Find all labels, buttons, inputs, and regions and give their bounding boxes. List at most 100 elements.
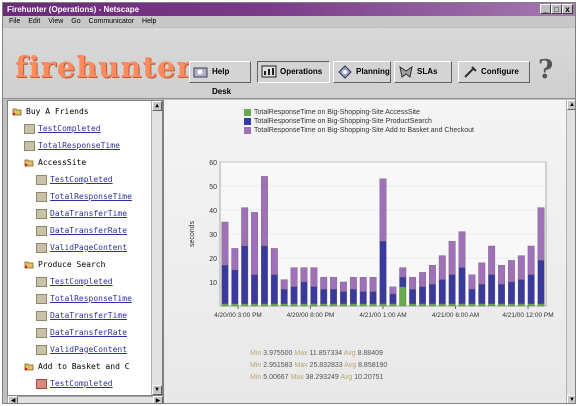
stat-value: 5.00667 <box>261 374 291 381</box>
content-scroll-down-button[interactable]: ▼ <box>567 395 575 403</box>
menu-edit[interactable]: Edit <box>28 18 40 25</box>
bar-segment <box>438 279 446 304</box>
bar-segment <box>458 267 466 304</box>
bar-segment <box>458 231 466 268</box>
bar-segment <box>527 245 535 275</box>
stat-label: Min <box>250 350 262 357</box>
bar-segment <box>428 303 436 307</box>
bar-segment <box>340 303 347 307</box>
firehunter-logo: firehunter <box>15 50 193 84</box>
stat-value: 38.293249 <box>303 374 341 381</box>
menu-go[interactable]: Go <box>71 18 80 25</box>
bar-segment <box>369 277 377 292</box>
bar-segment <box>478 303 486 307</box>
metric-icon <box>24 141 35 151</box>
bar-segment <box>290 267 298 287</box>
bar-segment <box>448 303 456 307</box>
nav-slas[interactable]: SLAs <box>394 61 452 83</box>
tree-item-label: TestCompleted <box>38 124 101 133</box>
maximize-button[interactable]: □ <box>551 4 562 14</box>
stat-label: Avg <box>343 350 356 357</box>
menu-view[interactable]: View <box>48 18 63 25</box>
tree-item-label: TestCompleted <box>50 175 113 184</box>
bar-segment <box>251 274 258 304</box>
operations-icon <box>261 65 277 78</box>
bar-segment <box>428 284 436 304</box>
nav-help-desk[interactable]: Help Desk <box>189 61 251 96</box>
nav-configure[interactable]: Configure <box>458 61 530 83</box>
nav-slas-label: SLAs <box>417 67 438 76</box>
bar-segment <box>270 303 278 307</box>
metric-icon <box>36 192 47 202</box>
nav-help-desk-label: Help Desk <box>212 67 232 96</box>
close-button[interactable]: x <box>562 4 573 14</box>
bar-segment <box>468 289 476 304</box>
bar-segment <box>359 303 367 307</box>
metric-icon <box>36 328 47 338</box>
help-icon[interactable]: ? <box>538 55 553 85</box>
tree-item-label: Buy A Friends <box>26 107 89 116</box>
bar-segment <box>517 303 525 307</box>
tree-horizontal-scrollbar[interactable]: ◀ ▶ <box>7 396 163 403</box>
bar-segment <box>537 260 545 304</box>
tree-item-label: DataTransferTime <box>50 311 128 320</box>
content-scrollbar[interactable]: ▲ ▼ <box>566 100 575 403</box>
bar-segment <box>369 303 377 307</box>
tree-item-label: TestCompleted <box>50 379 113 388</box>
bar-segment <box>340 281 347 292</box>
tree-scroll-left-button[interactable]: ◀ <box>8 396 18 403</box>
tree-scroll-down-button[interactable]: ▼ <box>152 385 162 395</box>
nav-operations[interactable]: Operations <box>257 61 330 83</box>
stats-row: Min 2.951583 Max 25.832833 Avg 8.858190 <box>250 362 387 374</box>
bar-segment <box>468 303 476 307</box>
tree-item-label: ValidPageContent <box>50 345 128 354</box>
bar-segment <box>409 303 417 307</box>
app-toolbar: firehunter Help Desk Operations Planning… <box>3 28 575 99</box>
bar-segment <box>419 272 426 287</box>
x-tick-label: 4/21/00 1:00 AM <box>359 312 406 319</box>
nav-planning-label: Planning <box>356 67 390 76</box>
menu-help[interactable]: Help <box>142 18 156 25</box>
stat-label: Min <box>250 374 262 381</box>
tree-item-label: Produce Search <box>38 260 106 269</box>
bar-segment <box>290 286 298 304</box>
bar-segment <box>498 265 505 285</box>
tree-item-label: TotalResponseTime <box>50 192 132 201</box>
minimize-button[interactable]: _ <box>540 4 551 14</box>
response-time-chart: 10 20 30 40 50 60 seconds 4/20/00 3:00 PM 4/20/0… <box>189 160 554 319</box>
menu-bar: File Edit View Go Communicator Help <box>3 16 575 27</box>
bar-segment <box>251 303 258 307</box>
nav-planning[interactable]: Planning <box>333 61 391 83</box>
folder-icon <box>24 159 34 167</box>
stat-label: Min <box>250 362 262 369</box>
y-tick-label: 10 <box>209 280 217 287</box>
menu-file[interactable]: File <box>9 18 20 25</box>
bar-segment <box>231 248 239 271</box>
bar-segment <box>330 289 338 304</box>
stats-table: Min 3.975500 Max 11.857334 Avg 8.88409 Mi… <box>250 350 387 386</box>
bar-segment <box>330 277 338 290</box>
bar-segment <box>300 281 308 304</box>
bar-segment <box>537 303 545 307</box>
y-tick-label: 40 <box>209 208 217 215</box>
stat-value: 10.20751 <box>352 374 384 381</box>
bar-segment <box>379 241 387 304</box>
bar-segment <box>517 255 525 280</box>
metric-icon <box>36 243 47 253</box>
bar-segment <box>438 303 446 307</box>
bar-segment <box>280 279 288 290</box>
bar-segment <box>369 291 377 304</box>
content-scroll-up-button[interactable]: ▲ <box>567 100 575 110</box>
tree-scroll-right-button[interactable]: ▶ <box>153 396 163 403</box>
bar-segment <box>389 286 397 295</box>
bar-segment <box>340 291 347 304</box>
x-tick-label: 4/20/00 3:00 PM <box>214 312 262 319</box>
bar-segment <box>221 303 229 307</box>
tree-scroll-up-button[interactable]: ▲ <box>152 101 162 111</box>
tree-vertical-scrollbar[interactable]: ▲ ▼ <box>151 101 162 395</box>
stat-label: Avg <box>344 362 357 369</box>
bar-segment <box>280 289 288 304</box>
tree-item-label: Add to Basket and C <box>38 362 130 371</box>
bar-segment <box>517 279 525 304</box>
menu-communicator[interactable]: Communicator <box>89 18 135 25</box>
